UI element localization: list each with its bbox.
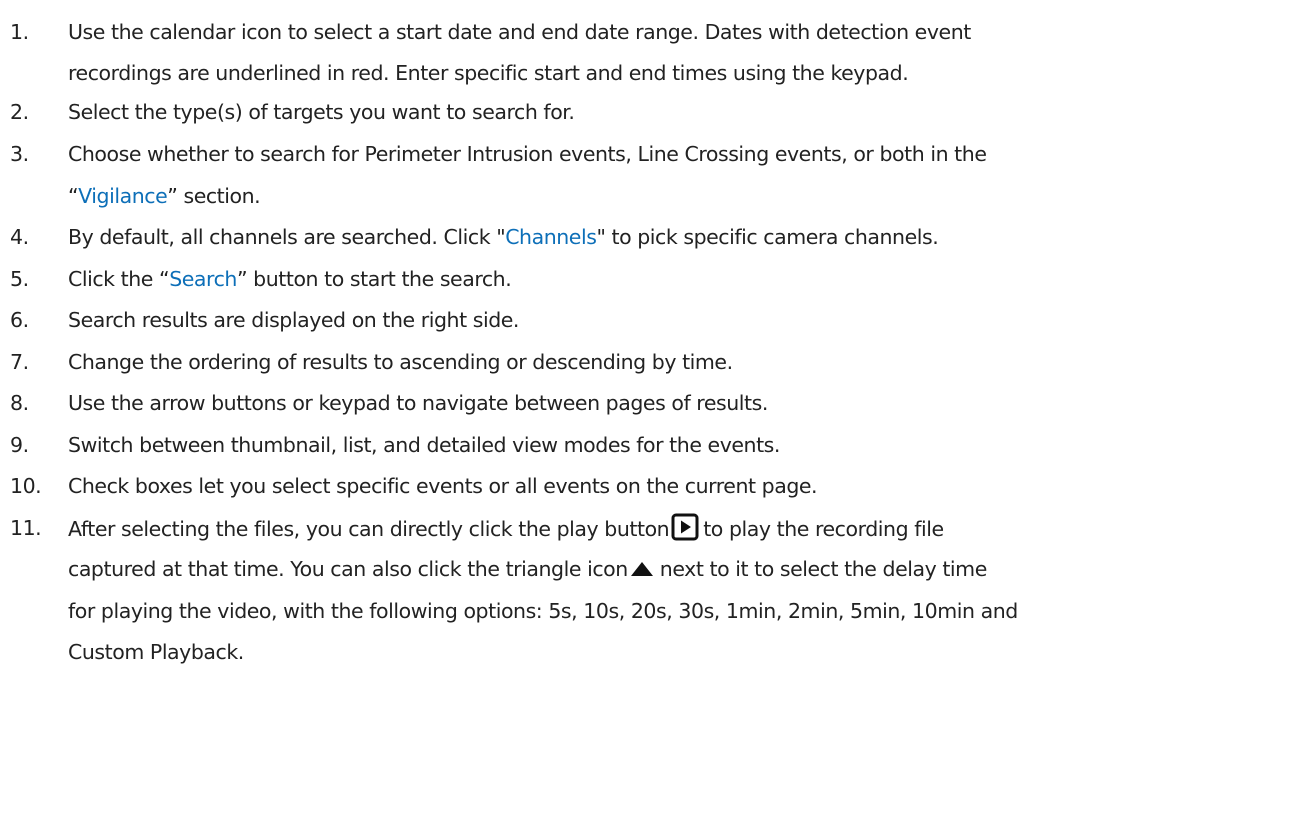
item-text-after: to play the recording file — [703, 517, 944, 541]
triangle-up-icon — [630, 555, 654, 576]
quote-open: “ — [68, 184, 79, 208]
play-button-icon — [671, 513, 699, 541]
item-text-line: Click the “Search” button to start the s… — [68, 264, 512, 294]
item-text-line: for playing the video, with the followin… — [68, 599, 1018, 623]
item-text-line: Search results are displayed on the righ… — [68, 308, 520, 332]
item-text-line: Use the calendar icon to select a start … — [68, 20, 971, 44]
item-text-after: next to it to select the delay time — [659, 557, 988, 581]
item-text-line: Check boxes let you select specific even… — [68, 474, 818, 498]
item-text-after: ” button to start the search. — [236, 267, 512, 291]
item-number: 3. — [10, 142, 29, 166]
item-number: 9. — [10, 433, 29, 457]
item-text-before: After selecting the files, you can direc… — [68, 517, 670, 541]
vigilance-label: Vigilance — [78, 184, 168, 208]
item-text-line: Choose whether to search for Perimeter I… — [68, 142, 987, 166]
item-text-before: By default, all channels are searched. C… — [68, 225, 506, 249]
item-text-before: Click the “ — [68, 267, 170, 291]
item-number: 6. — [10, 308, 29, 332]
item-text-before: captured at that time. You can also clic… — [68, 557, 628, 581]
item-number: 10. — [10, 474, 42, 498]
item-text-after: ” section. — [167, 184, 261, 208]
item-number: 4. — [10, 225, 29, 249]
item-text-after: " to pick specific camera channels. — [596, 225, 939, 249]
item-number: 11. — [10, 516, 42, 540]
item-text-line: By default, all channels are searched. C… — [68, 222, 939, 252]
item-text-line: After selecting the files, you can direc… — [68, 513, 944, 544]
item-text-line: Custom Playback. — [68, 640, 244, 664]
item-number: 8. — [10, 391, 29, 415]
item-number: 2. — [10, 100, 29, 124]
item-number: 7. — [10, 350, 29, 374]
instruction-list: 1. Use the calendar icon to select a sta… — [0, 0, 1314, 828]
item-text-line: recordings are underlined in red. Enter … — [68, 61, 909, 85]
search-label: Search — [169, 267, 237, 291]
channels-label: Channels — [505, 225, 597, 249]
item-number: 5. — [10, 267, 29, 291]
item-number: 1. — [10, 20, 29, 44]
item-text-line: captured at that time. You can also clic… — [68, 554, 987, 584]
item-text-line: Select the type(s) of targets you want t… — [68, 100, 575, 124]
item-text-line: Switch between thumbnail, list, and deta… — [68, 433, 780, 457]
item-text-line: Change the ordering of results to ascend… — [68, 350, 733, 374]
item-text-line: “Vigilance” section. — [68, 181, 261, 211]
item-text-line: Use the arrow buttons or keypad to navig… — [68, 391, 768, 415]
